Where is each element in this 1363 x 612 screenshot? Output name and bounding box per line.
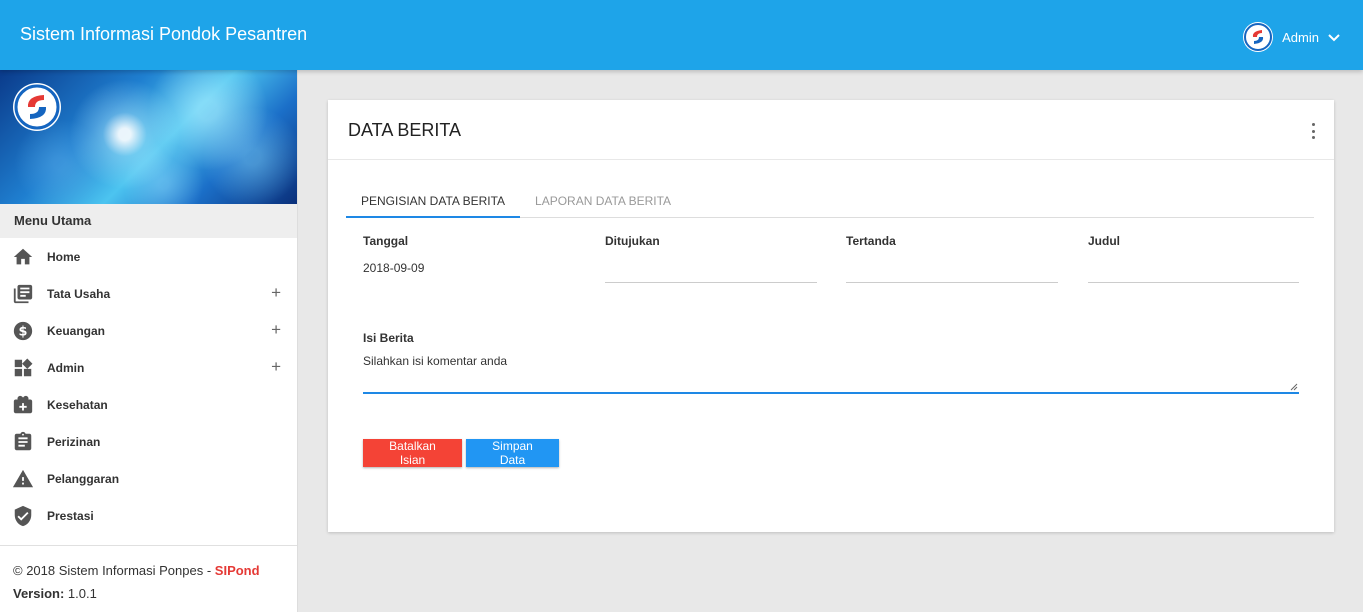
- dollar-circle-icon: $: [12, 320, 34, 342]
- sidebar-banner: [0, 70, 297, 204]
- judul-input[interactable]: [1088, 260, 1299, 283]
- sidebar-item-label: Perizinan: [47, 434, 101, 449]
- user-name: Admin: [1282, 29, 1319, 45]
- tanggal-value: 2018-09-09: [363, 261, 425, 275]
- sidebar-item-label: Tata Usaha: [47, 286, 111, 301]
- more-vert-icon[interactable]: [1310, 123, 1316, 139]
- sidebar-item-perizinan[interactable]: Perizinan: [0, 423, 297, 460]
- sidebar-item-home[interactable]: Home: [0, 238, 297, 275]
- data-berita-card: DATA BERITA PENGISIAN DATA BERITA LAPORA…: [328, 100, 1334, 532]
- warning-icon: [12, 468, 34, 490]
- sidebar-item-kesehatan[interactable]: Kesehatan: [0, 386, 297, 423]
- ditujukan-label: Ditujukan: [605, 234, 660, 248]
- chevron-down-icon[interactable]: [1327, 30, 1341, 44]
- sipond-logo-icon: [1243, 22, 1274, 52]
- version-value: 1.0.1: [67, 586, 97, 601]
- version-label: Version:: [13, 586, 65, 601]
- clipboard-icon: [12, 431, 34, 453]
- brand-name: SIPond: [214, 563, 260, 578]
- ditujukan-input[interactable]: [605, 260, 817, 283]
- sidebar-footer: © 2018 Sistem Informasi Ponpes - SIPond …: [0, 545, 297, 612]
- sipond-logo-icon: [13, 83, 61, 131]
- tanggal-field: Tanggal 2018-09-09: [363, 234, 575, 275]
- tanggal-label: Tanggal: [363, 234, 409, 248]
- page-title: DATA BERITA: [348, 120, 462, 140]
- sidebar-item-prestasi[interactable]: Prestasi: [0, 497, 297, 534]
- home-icon: [12, 246, 34, 268]
- sidebar-item-label: Prestasi: [47, 508, 94, 523]
- sidebar-item-label: Admin: [47, 360, 85, 375]
- tertanda-input[interactable]: [846, 260, 1058, 283]
- sidebar-item-label: Keuangan: [47, 323, 106, 338]
- copyright-line: © 2018 Sistem Informasi Ponpes - SIPond: [13, 563, 297, 578]
- isi-berita-placeholder: Silahkan isi komentar anda: [363, 354, 508, 368]
- simpan-data-button[interactable]: Simpan Data: [466, 439, 559, 467]
- resize-handle-icon[interactable]: [1290, 383, 1298, 391]
- tab-pengisian-data-berita[interactable]: PENGISIAN DATA BERITA: [346, 185, 521, 218]
- copyright-text: © 2018 Sistem Informasi Ponpes -: [13, 563, 215, 578]
- user-menu[interactable]: Admin: [1243, 22, 1341, 52]
- svg-text:$: $: [19, 324, 28, 339]
- expand-plus-icon[interactable]: +: [271, 358, 281, 376]
- card-header: DATA BERITA: [328, 100, 1334, 160]
- sidebar-item-pelanggaran[interactable]: Pelanggaran: [0, 460, 297, 497]
- tertanda-field: Tertanda: [846, 234, 1058, 283]
- sidebar: Menu Utama Home Tata Usaha + $ Keuangan …: [0, 70, 298, 612]
- expand-plus-icon[interactable]: +: [271, 284, 281, 302]
- isi-berita-textarea[interactable]: Silahkan isi komentar anda: [363, 348, 1299, 394]
- medical-kit-icon: [12, 394, 34, 416]
- top-app-bar: Sistem Informasi Pondok Pesantren Admin: [0, 0, 1363, 70]
- sidebar-item-admin[interactable]: Admin +: [0, 349, 297, 386]
- tab-laporan-data-berita[interactable]: LAPORAN DATA BERITA: [520, 185, 686, 218]
- tertanda-label: Tertanda: [846, 234, 896, 248]
- tab-bar: PENGISIAN DATA BERITA LAPORAN DATA BERIT…: [346, 185, 1314, 218]
- batalkan-isian-button[interactable]: Batalkan Isian: [363, 439, 462, 467]
- app-title: Sistem Informasi Pondok Pesantren: [20, 24, 308, 44]
- library-books-icon: [12, 283, 34, 305]
- ditujukan-field: Ditujukan: [605, 234, 817, 283]
- sidebar-item-tata-usaha[interactable]: Tata Usaha +: [0, 275, 297, 312]
- expand-plus-icon[interactable]: +: [271, 321, 281, 339]
- sidebar-item-label: Kesehatan: [47, 397, 108, 412]
- sidebar-item-label: Pelanggaran: [47, 471, 120, 486]
- version-line: Version: 1.0.1: [13, 586, 297, 601]
- judul-label: Judul: [1088, 234, 1120, 248]
- isi-berita-label: Isi Berita: [363, 331, 414, 345]
- sidebar-item-keuangan[interactable]: $ Keuangan +: [0, 312, 297, 349]
- widgets-icon: [12, 357, 34, 379]
- menu-heading: Menu Utama: [0, 204, 297, 238]
- sidebar-item-label: Home: [47, 249, 81, 264]
- judul-field: Judul: [1088, 234, 1299, 283]
- verified-shield-icon: [12, 505, 34, 527]
